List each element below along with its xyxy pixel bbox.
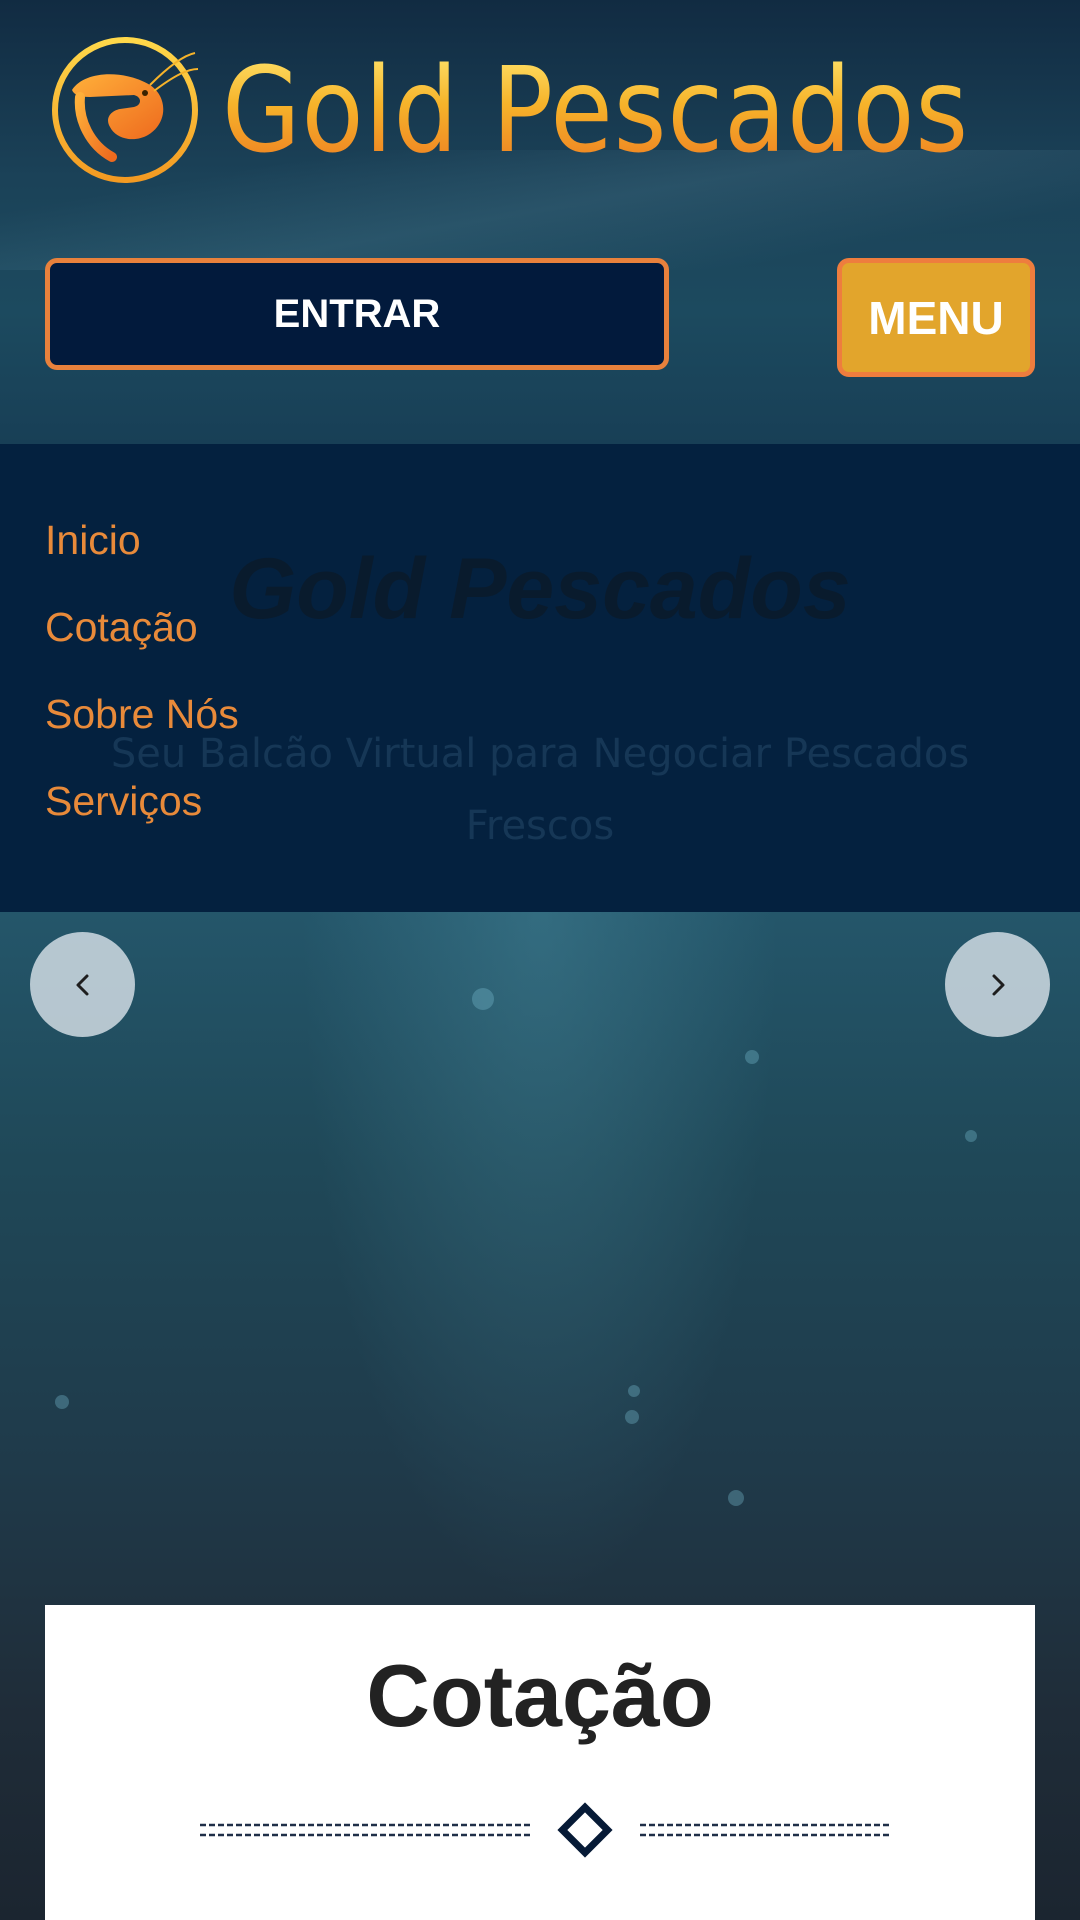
carousel-prev-button[interactable] — [30, 932, 135, 1037]
shrimp-icon — [52, 37, 199, 183]
nav-item-sobre-nos[interactable]: Sobre Nós — [45, 679, 239, 766]
bubble — [745, 1050, 759, 1064]
nav-menu: Inicio Cotação Sobre Nós Serviços — [45, 505, 239, 853]
nav-item-inicio[interactable]: Inicio — [45, 505, 239, 592]
chevron-right-icon — [992, 974, 1004, 995]
nav-item-cotacao[interactable]: Cotação — [45, 592, 239, 679]
bubble — [55, 1395, 69, 1409]
bubble — [628, 1385, 640, 1397]
logo-text: Gold Pescados — [222, 41, 970, 179]
login-button[interactable]: ENTRAR — [45, 258, 669, 370]
section-title: Cotação — [366, 1646, 714, 1745]
diamond-icon — [557, 1802, 613, 1858]
cotacao-section: Cotação — [45, 1605, 1035, 1920]
bubble — [472, 988, 494, 1010]
carousel-next-button[interactable] — [945, 932, 1050, 1037]
hero-subtitle: Seu Balcão Virtual para Negociar Pescado… — [110, 731, 970, 849]
section-divider — [200, 1802, 890, 1858]
nav-item-servicos[interactable]: Serviços — [45, 766, 239, 853]
menu-button[interactable]: MENU — [837, 258, 1035, 377]
bubble — [728, 1490, 744, 1506]
bubble — [965, 1130, 977, 1142]
bubble — [625, 1410, 639, 1424]
light-glow — [300, 910, 780, 1610]
site-logo[interactable]: Gold Pescados — [50, 30, 1020, 190]
chevron-left-icon — [76, 974, 88, 995]
